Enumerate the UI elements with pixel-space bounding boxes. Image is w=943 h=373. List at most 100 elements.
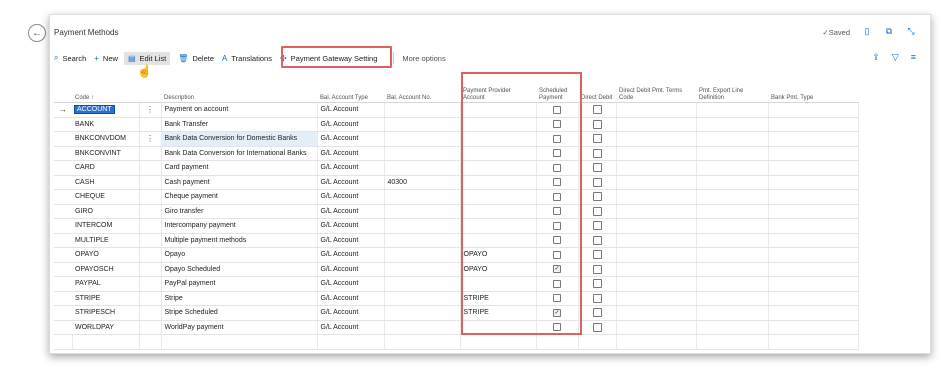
list-view-icon[interactable]: ≡: [911, 52, 916, 63]
row-actions-button[interactable]: [139, 276, 162, 292]
direct-debit-terms-cell[interactable]: [616, 233, 697, 248]
bal-account-no-cell[interactable]: [384, 117, 461, 132]
bal-account-type-cell[interactable]: G/L Account: [317, 175, 385, 190]
direct-debit-checkbox[interactable]: [592, 322, 602, 332]
open-in-new-icon[interactable]: ⧉: [884, 26, 894, 36]
column-description[interactable]: Description: [161, 80, 317, 103]
bank-pmt-type-cell[interactable]: [768, 131, 859, 147]
bal-account-no-cell[interactable]: [384, 146, 461, 161]
bal-account-no-cell[interactable]: [384, 131, 461, 147]
column-direct-debit[interactable]: Direct Debit: [578, 80, 616, 103]
code-cell[interactable]: STRIPESCH: [72, 305, 140, 321]
bank-pmt-type-cell[interactable]: [768, 117, 859, 132]
table-row[interactable]: → ACCOUNT ⋮ Payment on account G/L Account: [54, 102, 859, 118]
table-row[interactable]: BNKCONVINT Bank Data Conversion for Inter…: [54, 146, 859, 161]
bal-account-no-cell[interactable]: [384, 320, 461, 335]
back-button[interactable]: ←: [28, 24, 46, 42]
share-icon[interactable]: ⇪: [872, 52, 880, 63]
bal-account-type-cell[interactable]: G/L Account: [317, 218, 385, 234]
column-pmt-export[interactable]: Pmt. Export Line Definition: [696, 80, 768, 103]
bal-account-type-cell[interactable]: G/L Account: [317, 160, 385, 176]
bal-account-type-cell[interactable]: G/L Account: [317, 131, 385, 147]
description-cell[interactable]: Cheque payment: [161, 189, 318, 205]
direct-debit-checkbox[interactable]: [592, 264, 602, 274]
direct-debit-terms-cell[interactable]: [616, 320, 697, 335]
bal-account-type-cell[interactable]: G/L Account: [317, 146, 385, 161]
bank-pmt-type-cell[interactable]: [768, 218, 859, 234]
table-row[interactable]: STRIPESCH Stripe Scheduled G/L Account STRI…: [54, 305, 859, 321]
row-actions-button[interactable]: [139, 175, 162, 190]
direct-debit-checkbox[interactable]: [592, 134, 602, 144]
bookmark-icon[interactable]: ▯: [862, 26, 872, 36]
bal-account-no-cell[interactable]: [384, 160, 461, 176]
row-actions-button[interactable]: [139, 262, 162, 277]
direct-debit-terms-cell[interactable]: [616, 218, 697, 234]
description-cell[interactable]: Intercompany payment: [161, 218, 318, 234]
pmt-export-cell[interactable]: [696, 233, 769, 248]
direct-debit-checkbox[interactable]: [592, 119, 602, 129]
bank-pmt-type-cell[interactable]: [768, 189, 859, 205]
table-row[interactable]: BANK Bank Transfer G/L Account: [54, 117, 859, 132]
bank-pmt-type-cell[interactable]: [768, 320, 859, 335]
bal-account-no-cell[interactable]: [384, 189, 461, 205]
bal-account-no-cell[interactable]: [384, 291, 461, 306]
pmt-export-cell[interactable]: [696, 291, 769, 306]
pmt-export-cell[interactable]: [696, 262, 769, 277]
bal-account-no-cell[interactable]: [384, 218, 461, 234]
table-row[interactable]: STRIPE Stripe G/L Account STRIPE: [54, 291, 859, 306]
direct-debit-terms-cell[interactable]: [616, 189, 697, 205]
direct-debit-checkbox[interactable]: [592, 206, 602, 216]
code-cell[interactable]: BNKCONVINT: [72, 146, 140, 161]
edit-list-button[interactable]: ▤ Edit List: [123, 51, 171, 65]
description-cell[interactable]: Stripe Scheduled: [161, 305, 318, 321]
pmt-export-cell[interactable]: [696, 146, 769, 161]
row-actions-button[interactable]: [139, 233, 162, 248]
bal-account-type-cell[interactable]: G/L Account: [317, 117, 385, 132]
search-button[interactable]: ⌕ Search: [54, 53, 86, 63]
pmt-export-cell[interactable]: [696, 305, 769, 321]
code-cell[interactable]: CARD: [72, 160, 140, 176]
translations-button[interactable]: A Translations: [222, 54, 272, 63]
column-bal-account-type[interactable]: Bal. Account Type: [317, 80, 384, 103]
direct-debit-checkbox[interactable]: [592, 235, 602, 245]
row-actions-button[interactable]: [139, 117, 162, 132]
direct-debit-checkbox[interactable]: [592, 293, 602, 303]
bal-account-type-cell[interactable]: G/L Account: [317, 247, 385, 263]
code-cell[interactable]: WORLDPAY: [72, 320, 140, 335]
direct-debit-checkbox[interactable]: [592, 279, 602, 289]
table-row[interactable]: OPAYOSCH Opayo Scheduled G/L Account OPAYO ✓: [54, 262, 859, 277]
code-cell[interactable]: BANK: [72, 117, 140, 132]
pmt-export-cell[interactable]: [696, 131, 769, 147]
pmt-export-cell[interactable]: [696, 175, 769, 190]
bank-pmt-type-cell[interactable]: [768, 204, 859, 219]
pmt-export-cell[interactable]: [696, 160, 769, 176]
direct-debit-checkbox[interactable]: [592, 308, 602, 318]
direct-debit-terms-cell[interactable]: [616, 102, 697, 118]
code-cell[interactable]: PAYPAL: [72, 276, 140, 292]
description-cell[interactable]: Cash payment: [161, 175, 318, 190]
table-row[interactable]: MULTIPLE Multiple payment methods G/L Acco…: [54, 233, 859, 248]
description-cell[interactable]: Multiple payment methods: [161, 233, 318, 248]
direct-debit-terms-cell[interactable]: [616, 276, 697, 292]
description-cell[interactable]: Bank Transfer: [161, 117, 318, 132]
description-cell[interactable]: Bank Data Conversion for International B…: [161, 146, 318, 161]
collapse-icon[interactable]: ⤡: [906, 26, 916, 36]
bal-account-no-cell[interactable]: [384, 102, 461, 118]
row-actions-button[interactable]: [139, 247, 162, 263]
new-button[interactable]: + New: [94, 54, 118, 63]
table-row[interactable]: BNKCONVDOM ⋮ Bank Data Conversion for Dome…: [54, 131, 859, 147]
bal-account-type-cell[interactable]: G/L Account: [317, 189, 385, 205]
bank-pmt-type-cell[interactable]: [768, 233, 859, 248]
direct-debit-checkbox[interactable]: [592, 221, 602, 231]
row-actions-button[interactable]: [139, 189, 162, 205]
direct-debit-terms-cell[interactable]: [616, 146, 697, 161]
description-cell[interactable]: Card payment: [161, 160, 318, 176]
column-bal-account-no[interactable]: Bal. Account No.: [384, 80, 460, 103]
table-row[interactable]: OPAYO Opayo G/L Account OPAYO: [54, 247, 859, 263]
description-cell[interactable]: Stripe: [161, 291, 318, 306]
row-actions-button[interactable]: [139, 204, 162, 219]
direct-debit-checkbox[interactable]: [592, 163, 602, 173]
row-actions-button[interactable]: [139, 305, 162, 321]
pmt-export-cell[interactable]: [696, 102, 769, 118]
bank-pmt-type-cell[interactable]: [768, 276, 859, 292]
